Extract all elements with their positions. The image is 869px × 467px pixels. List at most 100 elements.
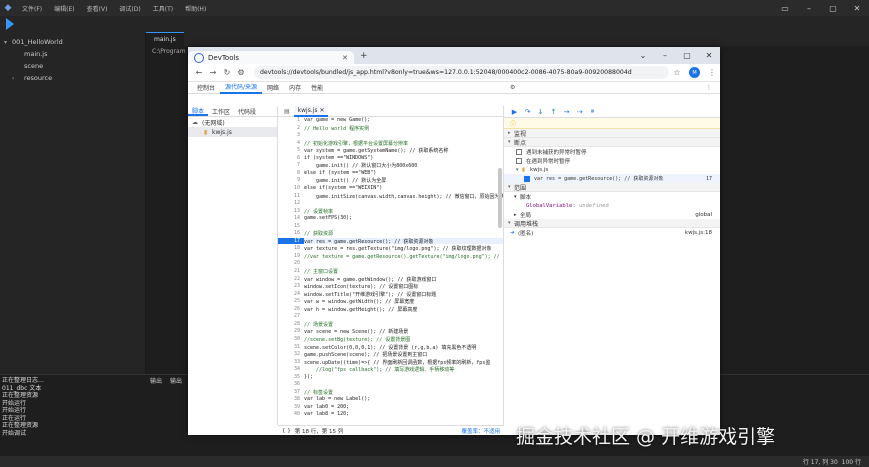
line-number[interactable]: 31 (278, 344, 304, 351)
toggle-navigator-icon[interactable]: ▤ (284, 108, 290, 115)
code-area[interactable]: 1 var game = new Game(); 2// Hello world 程… (278, 117, 503, 425)
run-icon[interactable] (6, 18, 14, 30)
code-line[interactable]: 5 var system = game.getSystemName(); // 获… (278, 147, 503, 154)
line-number[interactable]: 6 (278, 155, 304, 162)
tab-sources[interactable]: 源代码/来源 (220, 82, 263, 94)
line-number[interactable]: 5 (278, 147, 304, 154)
line-number[interactable]: 23 (278, 283, 304, 290)
line-number[interactable]: 24 (278, 291, 304, 298)
code-line[interactable]: 11 game.initSize(canvas.width,canvas.hei… (278, 193, 503, 200)
step-over-icon[interactable]: ↷ (521, 108, 534, 116)
tree-item-resource[interactable]: › resource (0, 72, 145, 84)
code-line[interactable]: 12 (278, 200, 503, 207)
line-number[interactable]: 26 (278, 306, 304, 313)
line-number[interactable]: 37 (278, 389, 304, 396)
code-line[interactable]: 2// Hello world 程序实例 (278, 125, 503, 132)
kebab-menu-icon[interactable]: ⋮ (706, 84, 720, 91)
tree-item-project[interactable]: ▾ 001_HelloWorld (0, 36, 145, 48)
step-into-icon[interactable]: ↓ (534, 108, 547, 116)
line-number[interactable]: 28 (278, 321, 304, 328)
code-line[interactable]: 1 var game = new Game(); (278, 117, 503, 124)
avatar[interactable]: M (689, 67, 700, 78)
code-line[interactable]: 24 window.setTitle("开维游戏引擎"); // 设置窗口标题 (278, 291, 503, 298)
code-line[interactable]: 28// 场景设置 (278, 321, 503, 328)
line-number[interactable]: 10 (278, 185, 304, 192)
tree-item-main-js[interactable]: main.js (0, 48, 145, 60)
breakpoint-checkbox[interactable] (524, 175, 530, 182)
reload-icon[interactable]: ↻ (220, 68, 234, 77)
code-line[interactable]: 26 var h = window.getHeight(); // 屏幕高度 (278, 306, 503, 313)
code-line[interactable]: 32 game.pushScene(scene); // 把场景设置到主窗口 (278, 351, 503, 358)
code-line[interactable]: 21// 主窗口设置 (278, 268, 503, 275)
nav-item-kwjs[interactable]: ▮ kwjs.js (188, 127, 277, 137)
code-line[interactable]: 22 var window = game.getWindow(); // 获取游戏… (278, 276, 503, 283)
line-number[interactable]: 19 (278, 253, 304, 260)
scope-variable[interactable]: GlobalVariable: undefined (504, 201, 720, 210)
code-line[interactable]: 14 game.setFPS(30); (278, 215, 503, 222)
code-line[interactable]: 39 var lab0 = 200; (278, 404, 503, 411)
breakpoint-file[interactable]: ▾ ▮ kwjs.js (504, 165, 720, 174)
code-line[interactable]: 23 window.setIcon(texture); // 设置窗口图标 (278, 283, 503, 290)
code-line[interactable]: 34 //log("fps callback"); // 填写游戏逻辑、手柄移动… (278, 366, 503, 373)
line-number[interactable]: 4 (278, 140, 304, 147)
code-line[interactable]: 17 var res = game.getResource(); // 获取资源对… (278, 237, 503, 245)
line-number[interactable]: 18 (278, 245, 304, 252)
pause-on-exceptions-icon[interactable]: ⏸ (586, 107, 599, 116)
editor-tab-main-js[interactable]: main.js (146, 32, 184, 46)
line-number[interactable]: 2 (278, 125, 304, 132)
menu-file[interactable]: 文件(F) (16, 4, 48, 13)
section-breakpoints[interactable]: ▾ 断点 (504, 138, 720, 147)
line-number[interactable]: 22 (278, 276, 304, 283)
code-line[interactable]: 8 else if (system =="WEB") (278, 170, 503, 177)
line-number[interactable]: 25 (278, 298, 304, 305)
pause-caught-checkbox[interactable]: 在遇到异常时暂停 (504, 156, 720, 165)
line-number[interactable]: 32 (278, 351, 304, 358)
maximize-icon[interactable]: ▢ (676, 51, 698, 60)
scrollbar[interactable] (498, 168, 502, 228)
menu-help[interactable]: 帮助(H) (179, 4, 212, 13)
minimize-icon[interactable]: – (654, 51, 676, 60)
line-number[interactable]: 9 (278, 177, 304, 184)
line-number[interactable]: 38 (278, 396, 304, 403)
code-line[interactable]: 38 var lab = new Label(); (278, 396, 503, 403)
code-line[interactable]: 7 game.init() // 默认窗口大小为800x600 (278, 162, 503, 169)
tree-item-scene[interactable]: scene (0, 60, 145, 72)
nav-item-no-domain[interactable]: ☁ (无网域) (188, 117, 277, 127)
resume-icon[interactable]: ▶ (508, 108, 521, 116)
format-icon[interactable]: { } (282, 428, 291, 434)
code-line[interactable]: 4// 初始化游戏引擎，根据平台设置屏幕分辨率 (278, 140, 503, 147)
line-number[interactable]: 7 (278, 162, 304, 169)
deactivate-breakpoints-icon[interactable]: ⇢ (573, 108, 586, 116)
code-line[interactable]: 35}); (278, 374, 503, 381)
tab-workspace[interactable]: 工作区 (208, 106, 234, 116)
star-icon[interactable]: ☆ (669, 68, 685, 77)
code-line[interactable]: 33 scene.upDate((time)=>{ // 界面刷新回调函数，根据f… (278, 359, 503, 366)
tab-performance[interactable]: 性能 (306, 82, 328, 94)
tab-console[interactable]: 控制台 (192, 82, 220, 94)
line-number[interactable]: 14 (278, 215, 304, 222)
line-number[interactable]: 21 (278, 268, 304, 275)
code-line[interactable]: 29 var scene = new Scene(); // 新建场景 (278, 328, 503, 335)
close-icon[interactable]: ✕ (845, 0, 869, 16)
callstack-frame[interactable]: ➜ (匿名) kwjs.js:18 (504, 228, 720, 237)
breakpoint-entry[interactable]: var res = game.getResource(); // 获取资源对象 … (504, 174, 720, 183)
code-line[interactable]: 27 (278, 313, 503, 320)
line-number[interactable]: 11 (278, 193, 304, 200)
line-number[interactable]: 12 (278, 200, 304, 207)
code-line[interactable]: 3 (278, 132, 503, 139)
code-line[interactable]: 13// 设置帧率 (278, 208, 503, 215)
step-icon[interactable]: → (560, 108, 573, 116)
step-out-icon[interactable]: ↑ (547, 108, 560, 116)
tab-network[interactable]: 网络 (262, 82, 284, 94)
file-tab-kwjs[interactable]: kwjs.js ✕ (293, 106, 329, 117)
section-scope[interactable]: ▾ 范围 (504, 183, 720, 192)
output-tab[interactable]: 输出 (150, 376, 162, 385)
tab-scripts[interactable]: 脚本 (188, 106, 209, 116)
section-watch[interactable]: ▸ 监视 (504, 129, 720, 138)
url-input[interactable]: devtools://devtools/bundled/js_app.html?… (254, 66, 669, 79)
line-number[interactable]: 13 (278, 208, 304, 215)
tab-memory[interactable]: 内存 (284, 82, 306, 94)
code-line[interactable]: 40 var lab8 = 120; (278, 411, 503, 418)
line-number[interactable]: 29 (278, 328, 304, 335)
code-line[interactable]: 19//var texture = game.getResource().get… (278, 253, 503, 260)
